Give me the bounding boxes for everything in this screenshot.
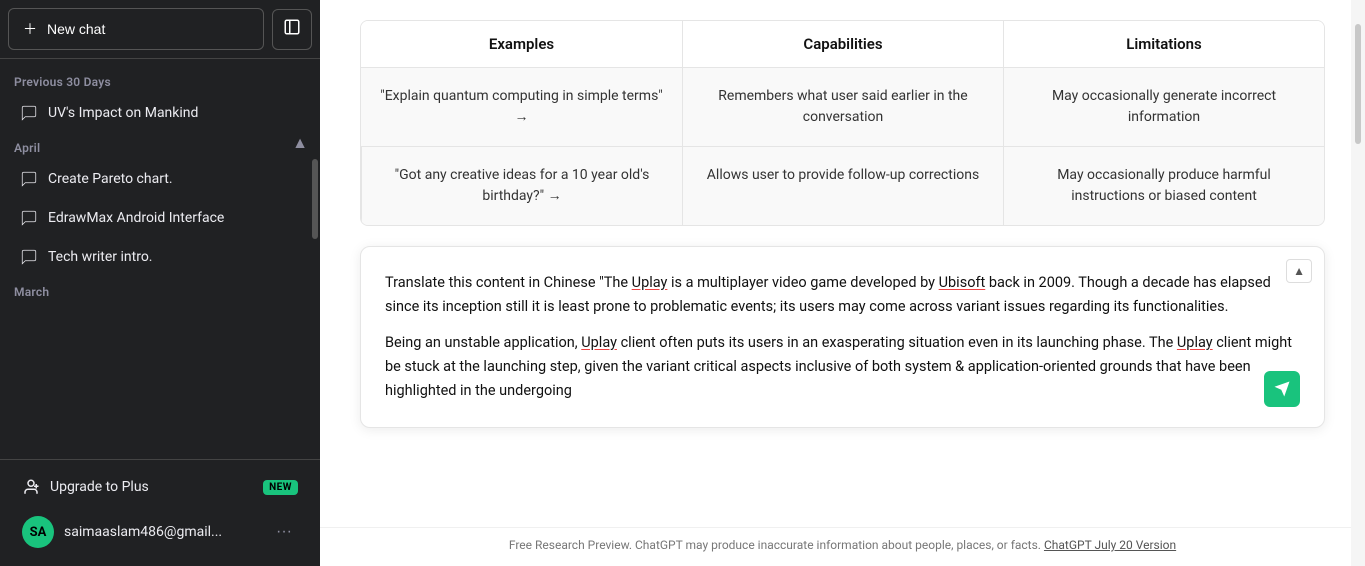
col-header-capabilities: Capabilities [682,21,1003,68]
footer-version-link[interactable]: ChatGPT July 20 Version [1044,538,1176,552]
scrollbar-indicator [312,159,318,239]
popup-text: Translate this content in Chinese "The U… [385,271,1300,319]
popup-text-2: Being an unstable application, Uplay cli… [385,331,1300,403]
section-label-previous: Previous 30 Days [0,67,320,93]
upgrade-button[interactable]: Upgrade to Plus NEW [8,468,312,506]
footer: Free Research Preview. ChatGPT may produ… [320,527,1365,566]
user-plus-icon [22,478,40,496]
avatar: SA [22,516,54,548]
sidebar-toggle-button[interactable] [272,9,312,50]
send-icon [1273,380,1291,398]
layout-icon [283,18,301,36]
col-header-limitations: Limitations [1003,21,1324,68]
new-badge: NEW [263,480,298,495]
user-menu-button[interactable]: ··· [270,521,298,543]
right-scrollbar[interactable] [1351,0,1365,566]
scroll-up-button[interactable]: ▲ [1286,259,1312,283]
footer-disclaimer: Free Research Preview. ChatGPT may produ… [509,538,1041,552]
uplay-ref-2: Uplay [581,334,617,351]
upgrade-label: Upgrade to Plus [50,479,149,495]
sidebar-item-uv-label: UV's Impact on Mankind [48,105,198,121]
user-email: saimaaslam486@gmail... [64,524,260,540]
grid-cell-r2-c3: May occasionally produce harmful instruc… [1003,147,1324,225]
uplay-ref-1: Uplay [632,274,668,291]
text-popup: ▲ Translate this content in Chinese "The… [360,246,1325,428]
col-header-examples: Examples [361,21,682,68]
ubisoft-ref: Ubisoft [939,274,986,291]
grid-cell-r1-c2: Remembers what user said earlier in the … [682,68,1003,147]
sidebar-item-edrawmax-label: EdrawMax Android Interface [48,210,224,226]
sidebar: ＋ New chat ▲ Previous 30 Days UV's Impac… [0,0,320,566]
grid-cell-r2-c2: Allows user to provide follow-up correct… [682,147,1003,225]
user-item[interactable]: SA saimaaslam486@gmail... ··· [8,506,312,558]
sidebar-item-uv[interactable]: UV's Impact on Mankind [6,94,314,132]
section-label-march: March [0,277,320,303]
sidebar-item-techwriter-label: Tech writer intro. [48,249,153,265]
scrollbar-thumb [1355,24,1361,144]
new-chat-label: New chat [47,21,105,37]
main-content: Examples Capabilities Limitations "Expla… [320,0,1365,566]
sidebar-top: ＋ New chat [0,0,320,59]
chat-icon-4 [20,248,38,266]
main-scroll[interactable]: Examples Capabilities Limitations "Expla… [320,0,1365,527]
info-grid: Examples Capabilities Limitations "Expla… [360,20,1325,226]
chat-icon [20,104,38,122]
sidebar-item-techwriter[interactable]: Tech writer intro. [6,238,314,276]
grid-cell-r1-c3: May occasionally generate incorrect info… [1003,68,1324,147]
section-label-april: April [0,133,320,159]
new-chat-button[interactable]: ＋ New chat [8,8,264,50]
sidebar-bottom: Upgrade to Plus NEW SA saimaaslam486@gma… [0,459,320,566]
chat-icon-3 [20,209,38,227]
grid-cell-r1-c1[interactable]: "Explain quantum computing in simple ter… [361,68,682,147]
plus-icon: ＋ [23,19,37,39]
collapse-arrow-top[interactable]: ▲ [288,131,312,157]
sidebar-item-pareto[interactable]: Create Pareto chart. [6,160,314,198]
uplay-ref-3: Uplay [1177,334,1213,351]
send-button[interactable] [1264,371,1300,407]
chat-icon-2 [20,170,38,188]
sidebar-scroll: ▲ Previous 30 Days UV's Impact on Mankin… [0,59,320,459]
sidebar-item-pareto-label: Create Pareto chart. [48,171,173,187]
grid-cell-r2-c1[interactable]: "Got any creative ideas for a 10 year ol… [361,147,682,225]
sidebar-item-edrawmax[interactable]: EdrawMax Android Interface [6,199,314,237]
